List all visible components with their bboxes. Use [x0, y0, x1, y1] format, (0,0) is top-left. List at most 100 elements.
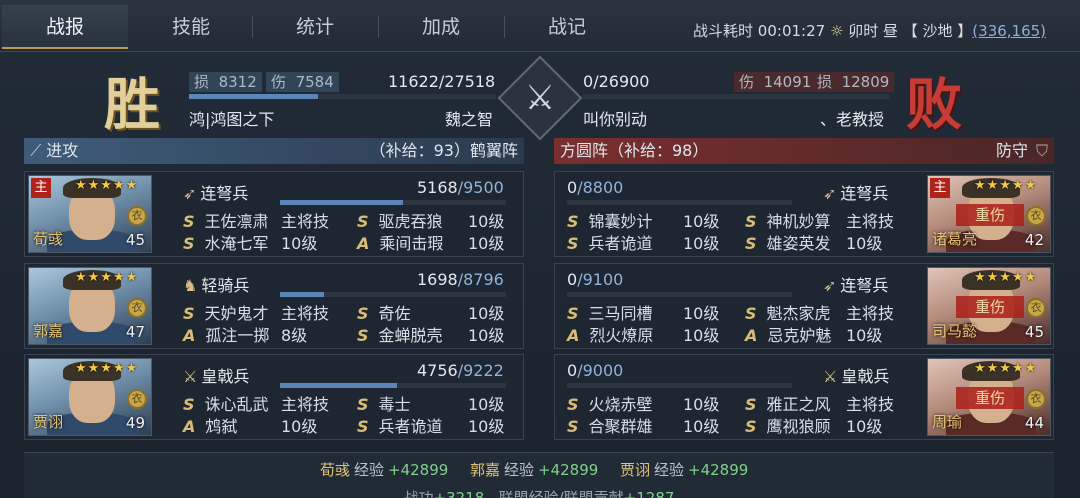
skill-level: 10级	[683, 212, 720, 231]
skill-type: S	[745, 212, 757, 231]
tab-bonus[interactable]: 加成	[378, 5, 504, 49]
skill-level: 10级	[468, 326, 505, 345]
troop-type-label: 皇戟兵	[841, 367, 890, 386]
general-name: 周瑜	[932, 413, 963, 431]
skill-item[interactable]: S 魁杰家虎	[745, 300, 831, 324]
skill-level: 主将技	[846, 395, 895, 414]
coordinates-link[interactable]: (336,165)	[972, 22, 1046, 40]
skill-name: 诛心乱武	[204, 395, 269, 414]
skill-type: A	[745, 326, 758, 345]
troop-max: /9000	[577, 361, 624, 380]
skill-item[interactable]: A 乘间击瑕	[357, 230, 443, 254]
general-portrait[interactable]: ★★★★★ 主衣重伤 诸葛亮 42	[927, 175, 1051, 253]
rewards-footer: 荀彧 经验 +42899 郭嘉 经验 +42899 贾诩 经验 +42899 战功+3218…	[24, 452, 1054, 498]
skill-item[interactable]: S 天妒鬼才	[183, 300, 269, 324]
troop-hp-fill	[280, 200, 403, 205]
troop-type-icon: ➶	[183, 184, 197, 203]
general-portrait[interactable]: ★★★★★ 衣重伤 周瑜 44	[927, 358, 1051, 436]
general-level: 42	[1024, 231, 1044, 249]
skill-item[interactable]: S 奇佐	[357, 300, 411, 324]
skill-name: 忌克妒魅	[767, 326, 832, 345]
skill-type: S	[567, 395, 579, 414]
general-portrait[interactable]: ★★★★★ 衣贾诩 49	[28, 358, 152, 436]
right-troops: 0/26900	[583, 72, 650, 91]
skill-item[interactable]: S 雄姿英发	[745, 230, 831, 254]
skill-item[interactable]: S 水淹七军	[183, 230, 269, 254]
troop-current: 0	[567, 178, 578, 197]
skill-item[interactable]: A 烈火燎原	[567, 322, 653, 346]
awakening-medal-icon: 衣	[1026, 206, 1046, 226]
skill-item[interactable]: S 金蝉脱壳	[357, 322, 443, 346]
general-level: 44	[1024, 414, 1044, 432]
commander-badge: 主	[31, 178, 51, 198]
tab-skills[interactable]: 技能	[128, 5, 254, 49]
skill-name: 兵者诡道	[588, 234, 653, 253]
skill-name: 鸩弑	[205, 417, 238, 436]
troop-count: 5168/9500	[417, 178, 504, 197]
skill-type: S	[183, 395, 195, 414]
rarity-stars: ★★★★★	[75, 178, 139, 193]
skill-name: 合聚群雄	[588, 417, 653, 436]
skill-level: 10级	[683, 304, 720, 323]
attacker-general-card[interactable]: ★★★★★ 衣贾诩 49 ⚔ 皇戟兵 4756/9222 S 诛心乱武 主将技 S 毒士 10级 A 鸩弑…	[24, 354, 524, 440]
attacker-header: ⟋ 进攻 （补给：93）鹤翼阵	[24, 138, 524, 164]
skill-item[interactable]: S 雅正之风	[745, 391, 831, 415]
crossed-swords-icon: ⚔	[524, 78, 556, 118]
skill-type: S	[567, 212, 579, 231]
tab-stats[interactable]: 统计	[252, 5, 378, 49]
general-level: 47	[125, 323, 145, 341]
troop-hp-bar	[280, 200, 506, 205]
skill-item[interactable]: S 锦囊妙计	[567, 208, 653, 232]
troop-hp-bar	[567, 200, 792, 205]
skill-item[interactable]: S 合聚群雄	[567, 413, 653, 437]
troop-hp-fill	[280, 292, 324, 297]
skill-item[interactable]: S 王佐凛肃	[183, 208, 269, 232]
battle-status: 战斗耗时 00:01:27 ☼ 卯时 昼 【 沙地 】(336,165)	[693, 20, 1046, 41]
troop-hp-bar	[280, 292, 506, 297]
skill-item[interactable]: S 神机妙算	[745, 208, 831, 232]
rarity-stars: ★★★★★	[974, 361, 1038, 376]
general-name: 贾诩	[33, 413, 64, 431]
skill-item[interactable]: S 兵者诡道	[567, 230, 653, 254]
general-portrait[interactable]: ★★★★★ 主衣荀彧 45	[28, 175, 152, 253]
troop-current: 4756	[417, 361, 458, 380]
skill-item[interactable]: S 驱虎吞狼	[357, 208, 443, 232]
troop-type: ➶ 连弩兵	[823, 272, 888, 296]
awakening-medal-icon: 衣	[127, 298, 147, 318]
skill-item[interactable]: S 三马同槽	[567, 300, 653, 324]
skill-item[interactable]: S 毒士	[357, 391, 411, 415]
skill-name: 天妒鬼才	[204, 304, 269, 323]
general-portrait[interactable]: ★★★★★ 衣郭嘉 47	[28, 267, 152, 345]
skill-item[interactable]: S 兵者诡道	[357, 413, 443, 437]
skill-level: 10级	[468, 212, 505, 231]
attacker-general-card[interactable]: ★★★★★ 衣郭嘉 47 ♞ 轻骑兵 1698/8796 S 天妒鬼才 主将技 S 奇佐 10级 A 孤注…	[24, 263, 524, 349]
skill-item[interactable]: A 忌克妒魅	[745, 322, 831, 346]
troop-type-label: 轻骑兵	[201, 276, 250, 295]
skill-item[interactable]: A 鸩弑	[183, 413, 237, 437]
tab-report[interactable]: 战报	[2, 5, 128, 49]
skill-item[interactable]: S 诛心乱武	[183, 391, 269, 415]
skill-name: 烈火燎原	[589, 326, 654, 345]
attacker-general-card[interactable]: ★★★★★ 主衣荀彧 45 ➶ 连弩兵 5168/9500 S 王佐凛肃 主将技 S 驱虎吞狼 10级…	[24, 171, 524, 257]
troop-count: 4756/9222	[417, 361, 504, 380]
injury-badge: 重伤	[956, 296, 1024, 318]
rarity-stars: ★★★★★	[75, 270, 139, 285]
tab-battle-log[interactable]: 战记	[504, 5, 630, 49]
defender-general-card[interactable]: ★★★★★ 衣重伤 周瑜 44 ⚔ 皇戟兵 0/9000 S 火烧赤壁 10级 S 雅正之风 主将技 S 合…	[554, 354, 1054, 440]
defender-general-card[interactable]: ★★★★★ 衣重伤 司马懿 45 ➶ 连弩兵 0/9100 S 三马同槽 10级 S 魁杰家虎 主将技 A…	[554, 263, 1054, 349]
defender-general-card[interactable]: ★★★★★ 主衣重伤 诸葛亮 42 ➶ 连弩兵 0/8800 S 锦囊妙计 10级 S 神机妙算 主将技…	[554, 171, 1054, 257]
skill-level: 10级	[683, 326, 720, 345]
troop-hp-fill	[280, 383, 397, 388]
skill-item[interactable]: S 鹰视狼顾	[745, 413, 831, 437]
general-name: 诸葛亮	[932, 230, 978, 248]
skill-type: S	[357, 212, 369, 231]
sun-icon: ☼	[829, 22, 844, 40]
troop-current: 1698	[417, 270, 458, 289]
skill-item[interactable]: S 火烧赤壁	[567, 391, 653, 415]
skill-item[interactable]: A 孤注一掷	[183, 322, 269, 346]
general-portrait[interactable]: ★★★★★ 衣重伤 司马懿 45	[927, 267, 1051, 345]
skill-type: A	[183, 417, 196, 436]
left-wounded: 伤 7584	[266, 72, 339, 92]
skill-type: S	[357, 417, 369, 436]
skill-name: 毒士	[378, 395, 411, 414]
